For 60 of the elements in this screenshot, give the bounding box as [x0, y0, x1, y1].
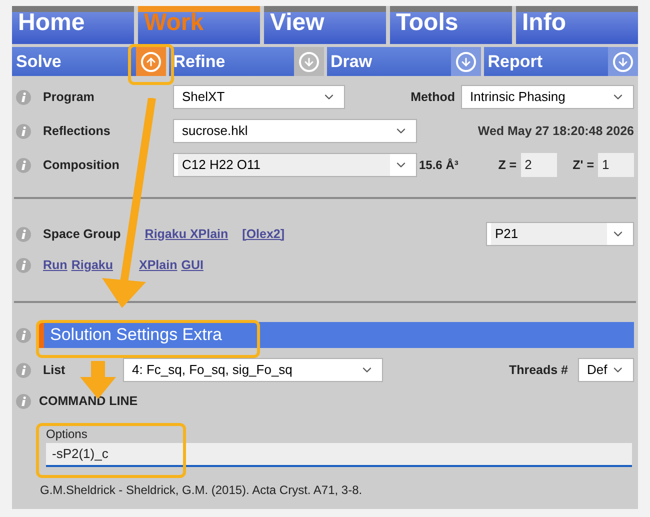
citation: G.M.Sheldrick - Sheldrick, G.M. (2015). Acta Cryst. A71, 3-8.	[40, 482, 364, 499]
expand-button[interactable]	[450, 47, 481, 76]
expand-button[interactable]	[294, 47, 324, 76]
link[interactable]: [Olex2]	[242, 224, 285, 244]
link[interactable]: Rigaku	[71, 258, 113, 272]
link[interactable]: XPlain	[139, 258, 178, 272]
tab[interactable]: View	[264, 6, 386, 44]
section-header: Solution Settings Extra	[39, 322, 634, 348]
link[interactable]: Run	[43, 258, 68, 272]
link[interactable]: Rigaku XPlain	[144, 224, 228, 244]
field-label: Composition	[43, 156, 120, 174]
expand-button[interactable]	[136, 47, 166, 76]
section-tab-label: Report	[488, 50, 543, 73]
section-tab[interactable]: Refine	[169, 47, 324, 76]
field-label: Z' =	[572, 156, 594, 174]
info-icon[interactable]	[16, 158, 31, 172]
field-label: Program	[43, 88, 96, 106]
info-icon[interactable]	[16, 258, 31, 272]
space-group-dropdown[interactable]: P21	[486, 222, 634, 246]
arrow-down-icon	[302, 56, 314, 68]
threads-dropdown[interactable]: Def	[578, 358, 634, 382]
info-icon[interactable]	[16, 362, 31, 378]
tab[interactable]: Info	[516, 6, 638, 44]
program-dropdown[interactable]: ShelXT	[173, 85, 345, 109]
options-field[interactable]: -sP2(1)_c	[46, 443, 632, 467]
list-dropdown[interactable]: 4: Fc_sq, Fo_sq, sig_Fo_sq	[123, 358, 383, 382]
tab[interactable]: Tools	[390, 6, 512, 44]
info-icon[interactable]	[16, 328, 31, 342]
info-icon[interactable]	[16, 124, 31, 138]
arrow-down-icon	[617, 56, 629, 68]
section-tab[interactable]: Draw	[326, 47, 481, 76]
section-tab-label: Draw	[330, 50, 372, 73]
info-icon[interactable]	[16, 226, 31, 242]
z-field[interactable]: 2	[520, 153, 557, 177]
arrow-down-icon	[460, 56, 472, 68]
field-label: Z =	[498, 156, 517, 174]
field-label: COMMAND LINE	[39, 392, 138, 410]
section-tab[interactable]: Report	[484, 47, 638, 76]
section-tab-label: Solve	[16, 50, 62, 73]
highlight-box	[128, 44, 174, 85]
expand-button[interactable]	[608, 47, 638, 76]
volume-label: 15.6 Å³	[419, 157, 458, 174]
timestamp: Wed May 27 18:20:48 2026	[478, 122, 634, 140]
tab[interactable]: Home	[12, 6, 134, 44]
reflections-dropdown[interactable]: sucrose.hkl	[173, 119, 417, 143]
field-label: Reflections	[43, 122, 112, 140]
arrow-up-icon	[145, 56, 158, 68]
section-tab-label: Refine	[173, 50, 226, 73]
link[interactable]: GUI	[181, 258, 204, 272]
method-dropdown[interactable]: Intrinsic Phasing	[461, 85, 634, 109]
info-icon[interactable]	[16, 394, 31, 408]
info-icon[interactable]	[16, 90, 31, 104]
field-label: Method	[410, 88, 455, 106]
z-prime-field[interactable]: 1	[598, 153, 634, 177]
field-label: Space Group	[43, 226, 121, 243]
options-label: Options	[46, 426, 88, 443]
field-label: Threads #	[508, 362, 568, 379]
section-tab[interactable]: Solve	[12, 47, 166, 76]
composition-dropdown[interactable]: C12 H22 O11	[173, 153, 417, 177]
field-label: List	[43, 362, 66, 379]
